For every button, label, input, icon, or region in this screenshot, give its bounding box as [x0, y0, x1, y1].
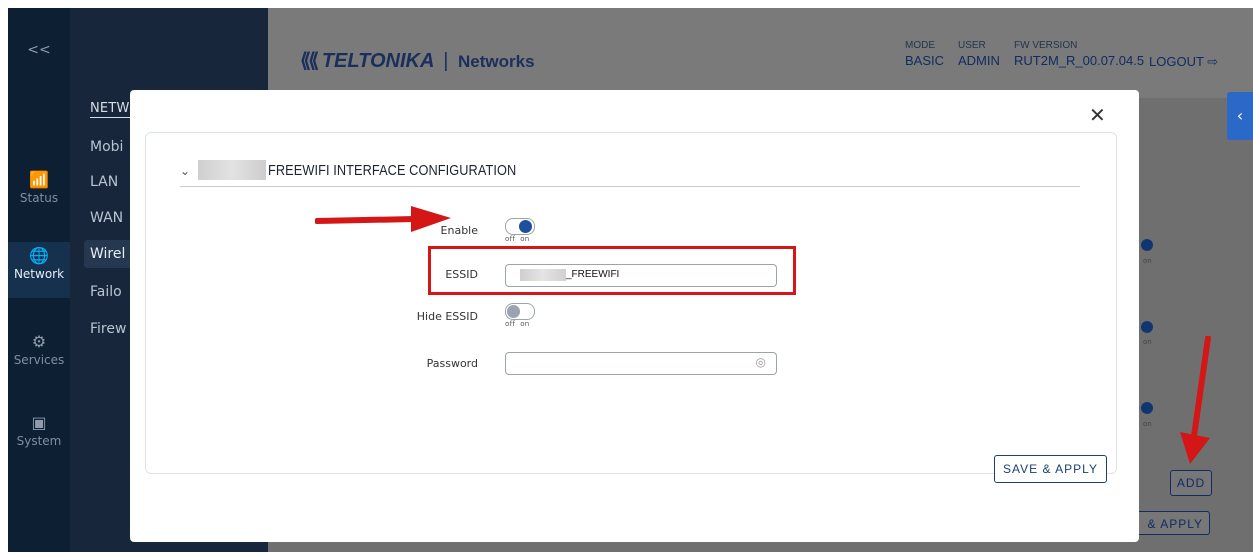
logout-button[interactable]: LOGOUT ⇨: [1149, 54, 1218, 70]
password-input[interactable]: ◎: [505, 352, 777, 375]
side-panel-toggle[interactable]: ‹: [1227, 92, 1253, 140]
logout-label: LOGOUT: [1149, 54, 1204, 69]
background-save-apply-button[interactable]: & APPLY: [1133, 511, 1210, 535]
logo-brand: TELTONIKA: [321, 50, 434, 72]
sidebar-item-system[interactable]: ▣ System: [8, 413, 70, 448]
chevron-down-icon[interactable]: ⌄: [180, 164, 190, 178]
eye-icon[interactable]: ◎: [756, 355, 766, 369]
toggle-off-text: off: [505, 320, 516, 328]
submenu-item-wan[interactable]: WAN: [90, 210, 123, 226]
logo-mark-icon: ⟪⟪: [300, 50, 319, 72]
annotation-highlight-box: [428, 246, 796, 295]
hide-essid-label: Hide ESSID: [416, 310, 478, 323]
main-sidebar: << 📶 Status 🌐 Network ⚙ Services ▣ Syste…: [8, 8, 70, 552]
screenshot-frame: << 📶 Status 🌐 Network ⚙ Services ▣ Syste…: [8, 8, 1253, 552]
background-toggle-caption: on: [1143, 338, 1152, 346]
section-title: FREEWIFI INTERFACE CONFIGURATION: [268, 162, 517, 179]
section-header[interactable]: ⌄ FREEWIFI INTERFACE CONFIGURATION: [180, 160, 1080, 187]
config-panel: ⌄ FREEWIFI INTERFACE CONFIGURATION Enabl…: [145, 132, 1117, 483]
hide-essid-toggle-caption: off on: [505, 320, 530, 328]
mode-label: MODE: [905, 40, 935, 51]
collapse-sidebar-button[interactable]: <<: [8, 42, 70, 58]
toggle-off-text: off: [505, 235, 516, 243]
password-label: Password: [426, 357, 478, 370]
save-apply-button[interactable]: SAVE & APPLY: [994, 455, 1107, 483]
mode-info: MODE BASIC: [905, 38, 944, 68]
logo-suffix: Networks: [458, 52, 535, 71]
background-toggle[interactable]: [1141, 239, 1153, 251]
submenu-item-failover[interactable]: Failo: [90, 284, 122, 300]
submenu-item-lan[interactable]: LAN: [90, 174, 118, 190]
user-label: USER: [958, 40, 986, 51]
toggle-on-text: on: [520, 235, 530, 243]
enable-toggle-caption: off on: [505, 235, 530, 243]
enable-toggle[interactable]: [505, 218, 535, 235]
sidebar-item-label: Status: [19, 191, 59, 205]
mode-value[interactable]: BASIC: [905, 53, 944, 68]
sidebar-item-services[interactable]: ⚙ Services: [8, 332, 70, 367]
toggle-knob: [507, 305, 520, 318]
logo-separator: |: [443, 50, 449, 72]
globe-icon: 🌐: [29, 246, 49, 265]
firmware-value[interactable]: RUT2M_R_00.07.04.5: [1014, 53, 1144, 68]
user-value[interactable]: ADMIN: [958, 53, 1000, 68]
toggle-on-text: on: [520, 320, 530, 328]
submenu-item-firewall[interactable]: Firew: [90, 321, 126, 337]
hide-essid-toggle[interactable]: [505, 303, 535, 320]
sidebar-item-label: Network: [13, 267, 65, 281]
teltonika-logo: ⟪⟪ TELTONIKA | Networks: [300, 48, 535, 73]
sidebar-item-network[interactable]: 🌐 Network: [8, 242, 70, 298]
firmware-info: FW VERSION RUT2M_R_00.07.04.5: [1014, 38, 1144, 68]
signal-bars-icon: 📶: [29, 170, 49, 189]
annotation-arrow-add: [1180, 336, 1211, 464]
logout-icon: ⇨: [1207, 54, 1219, 69]
user-info: USER ADMIN: [958, 38, 1000, 68]
gear-icon: ⚙: [31, 332, 47, 351]
sidebar-item-label: System: [16, 434, 62, 448]
device-icon: ▣: [31, 413, 47, 432]
redacted-prefix: [198, 160, 266, 180]
background-toggle[interactable]: [1141, 402, 1153, 414]
close-icon[interactable]: ✕: [1089, 103, 1106, 127]
submenu-item-mobile[interactable]: Mobi: [90, 139, 123, 155]
annotation-arrow-enable: [315, 206, 451, 232]
sidebar-item-label: Services: [13, 353, 65, 367]
top-header: ⟪⟪ TELTONIKA | Networks MODE BASIC USER …: [268, 8, 1253, 98]
background-toggle[interactable]: [1141, 321, 1153, 333]
background-toggle-caption: on: [1143, 257, 1152, 265]
sidebar-item-status[interactable]: 📶 Status: [8, 170, 70, 205]
firmware-label: FW VERSION: [1014, 40, 1078, 51]
background-toggle-caption: on: [1143, 420, 1152, 428]
chevron-left-icon: ‹: [1236, 106, 1244, 125]
toggle-knob: [519, 220, 532, 233]
interface-config-modal: ✕ ⌄ FREEWIFI INTERFACE CONFIGURATION Ena…: [130, 90, 1139, 542]
